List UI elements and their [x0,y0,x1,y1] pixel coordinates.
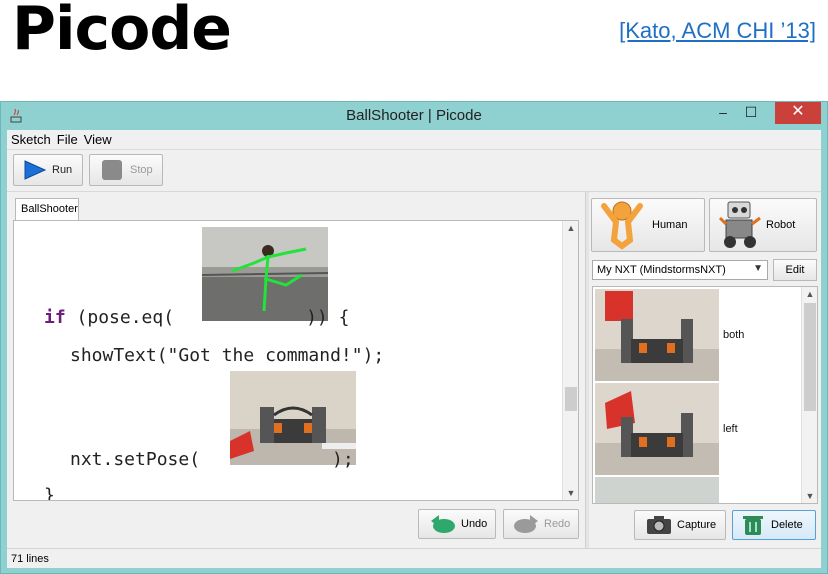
run-button[interactable]: Run [13,154,83,186]
human-icon [601,201,643,250]
device-select[interactable]: My NXT (MindstormsNXT) ▼ [592,260,768,280]
setpose-pre: nxt.setPose( [70,449,201,470]
pose-list-scrollbar[interactable]: ▲ ▼ [801,287,817,503]
scroll-down-icon[interactable]: ▼ [802,491,817,501]
capture-button[interactable]: Capture [634,510,726,540]
robot-pose-thumbnail [595,383,719,475]
close-button[interactable]: ✕ [775,102,821,124]
citation-link[interactable]: [Kato, ACM CHI ’13] [619,18,816,44]
status-bar: 71 lines [7,548,821,568]
scroll-down-icon[interactable]: ▼ [563,488,578,498]
code-line-brace: } [44,485,55,501]
redo-label: Redo [544,518,571,530]
redo-button[interactable]: Redo [503,509,579,539]
camera-icon [647,516,671,534]
if-post: )) { [306,307,350,328]
undo-icon [431,515,455,533]
toolbar: Run Stop [7,150,821,192]
undo-button[interactable]: Undo [418,509,496,539]
list-item[interactable] [595,477,803,503]
delete-label: Delete [771,519,803,531]
undo-label: Undo [461,518,488,530]
slide-title: Picode [12,0,232,64]
menu-view[interactable]: View [80,130,114,147]
redo-icon [514,515,538,533]
robot-icon [718,201,761,248]
scroll-thumb[interactable] [804,303,816,411]
device-select-value: My NXT (MindstormsNXT) [597,264,726,276]
menu-bar: Sketch File View [7,130,821,150]
pose-label: both [723,329,745,341]
editor-scrollbar[interactable]: ▲ ▼ [562,221,578,500]
stop-label: Stop [130,164,153,176]
code-line-showtext: showText("Got the command!"); [70,345,385,366]
window-title: BallShooter | Picode [346,107,482,124]
tab-ballshooter[interactable]: BallShooter [15,198,79,220]
title-bar[interactable]: BallShooter | Picode – ☐ ✕ [1,102,827,130]
human-button[interactable]: Human [591,198,705,252]
code-line-setpose: nxt.setPose(); [70,449,354,470]
list-item[interactable]: both [595,289,803,383]
scroll-up-icon[interactable]: ▲ [563,223,578,233]
stop-icon [102,160,122,180]
robot-pose-thumbnail [595,477,719,503]
delete-button[interactable]: Delete [732,510,816,540]
pose-list[interactable]: both left ▲ ▼ [592,286,818,504]
robot-pose-thumbnail [595,289,719,381]
setpose-post: ); [332,449,354,470]
stop-button[interactable]: Stop [89,154,163,186]
robot-label: Robot [766,219,796,231]
editor-actions: Undo Redo [7,501,585,545]
pose-label: left [723,423,738,435]
robot-button[interactable]: Robot [709,198,817,252]
code-line-if: if (pose.eq( )) { [44,307,349,328]
menu-file[interactable]: File [53,130,80,147]
editor-pane: BallShooter if (pose.eq()) {showText("… [7,192,585,552]
edit-button[interactable]: Edit [773,259,817,281]
line-count: 71 lines [11,553,49,565]
app-window: BallShooter | Picode – ☐ ✕ Sketch File Vie… [0,101,828,574]
capture-label: Capture [677,519,717,531]
scroll-thumb[interactable] [565,387,577,411]
keyword-if: if [44,307,66,328]
human-label: Human [652,219,688,231]
play-icon [24,160,47,180]
maximize-button[interactable]: ☐ [737,102,765,124]
scroll-up-icon[interactable]: ▲ [802,289,817,299]
window-client: Sketch File View Run Stop BallShooter if… [7,130,821,568]
trash-icon [743,516,763,535]
code-editor[interactable]: if (pose.eq( )) { showText("Got the comma… [13,220,579,501]
menu-sketch[interactable]: Sketch [7,130,53,147]
list-item[interactable]: left [595,383,803,477]
pose-library-pane: Human Robot My NXT (MindstormsNXT) ▼ Edi… [589,192,821,552]
if-pre: (pose.eq( [65,307,175,328]
minimize-button[interactable]: – [709,102,737,124]
run-label: Run [52,164,73,176]
chevron-down-icon: ▼ [753,263,763,274]
